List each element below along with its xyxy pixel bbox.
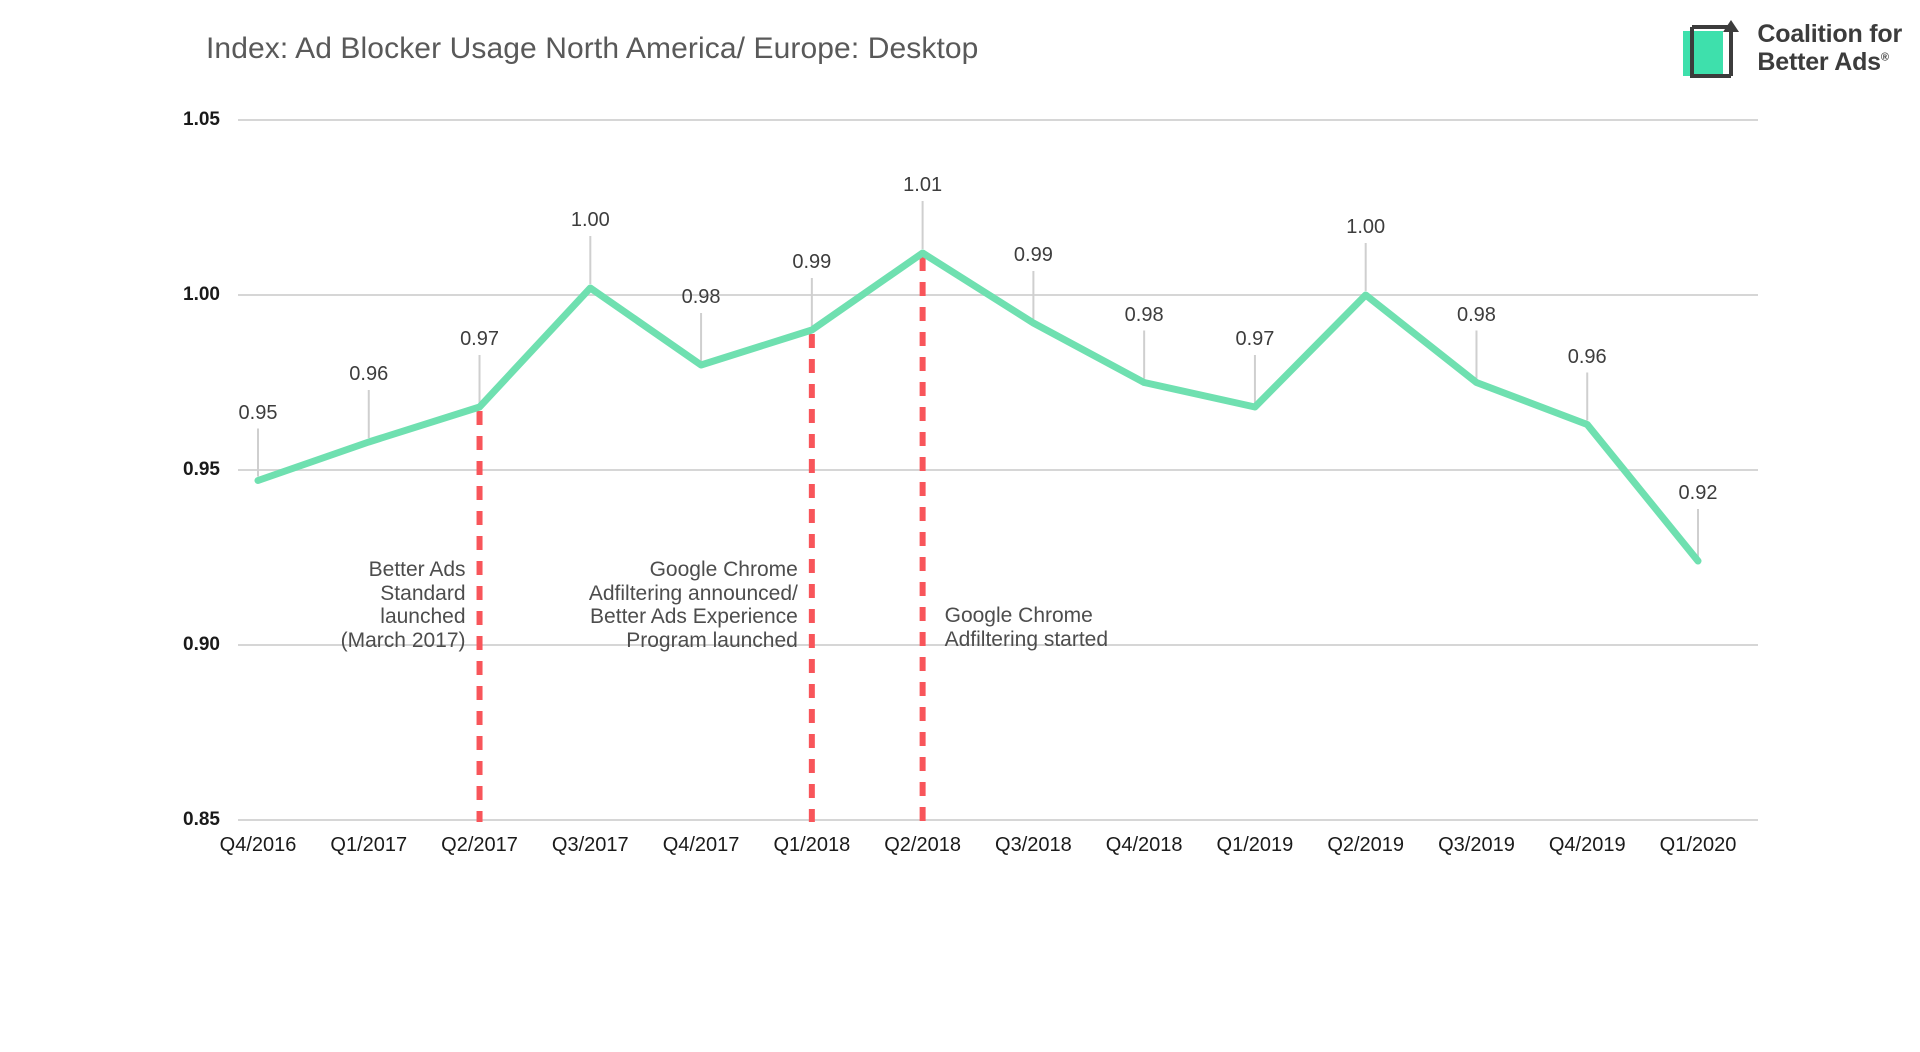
logo-wordmark: Coalition for Better Ads® (1757, 20, 1902, 77)
data-point-label: 0.96 (1568, 346, 1607, 369)
y-axis-tick-label: 0.95 (140, 459, 220, 481)
x-axis-tick-label: Q1/2018 (773, 834, 850, 857)
event-annotation-better-ads-standard-launched: Better Ads Standard launched (March 2017… (341, 558, 466, 652)
x-axis-tick-label: Q3/2018 (995, 834, 1072, 857)
x-axis-tick-label: Q2/2017 (441, 834, 518, 857)
data-point-label: 0.95 (239, 402, 278, 425)
data-point-label: 0.99 (1014, 244, 1053, 267)
x-axis-tick-label: Q2/2018 (884, 834, 961, 857)
data-point-label: 0.98 (1125, 304, 1164, 327)
x-axis-tick-label: Q4/2018 (1106, 834, 1183, 857)
chart-svg (238, 120, 1758, 1000)
y-axis-tick-label: 0.90 (140, 634, 220, 656)
logo-line-2: Better Ads (1757, 48, 1881, 76)
brand-logo: Coalition for Better Ads® (1682, 18, 1902, 78)
data-point-label: 0.98 (682, 286, 721, 309)
x-axis-tick-label: Q1/2017 (330, 834, 407, 857)
x-axis-tick-label: Q4/2019 (1549, 834, 1626, 857)
x-axis-tick-label: Q3/2017 (552, 834, 629, 857)
event-annotation-google-chrome-adfiltering-announced: Google Chrome Adfiltering announced/ Bet… (589, 558, 798, 652)
gridlines (238, 120, 1758, 820)
registered-trademark-icon: ® (1881, 52, 1889, 64)
line-chart-plot-area: 1.051.000.950.900.85 Q4/2016Q1/2017Q2/20… (238, 120, 1758, 1000)
data-point-label: 0.97 (1235, 328, 1274, 351)
logo-line-1: Coalition for (1757, 20, 1902, 49)
data-point-label: 1.00 (571, 209, 610, 232)
x-axis-tick-label: Q4/2017 (663, 834, 740, 857)
chart-page: Index: Ad Blocker Usage North America/ E… (0, 0, 1920, 1052)
x-axis-tick-label: Q3/2019 (1438, 834, 1515, 857)
x-axis-tick-label: Q1/2019 (1217, 834, 1294, 857)
data-point-label: 0.97 (460, 328, 499, 351)
data-point-label: 1.00 (1346, 216, 1385, 239)
x-axis-tick-label: Q2/2019 (1327, 834, 1404, 857)
data-point-label: 1.01 (903, 174, 942, 197)
page-title: Index: Ad Blocker Usage North America/ E… (206, 32, 978, 66)
data-point-label: 0.96 (349, 363, 388, 386)
data-series-line (258, 253, 1698, 561)
y-axis-tick-label: 1.00 (140, 284, 220, 306)
data-point-label: 0.99 (792, 251, 831, 274)
x-axis-tick-label: Q1/2020 (1660, 834, 1737, 857)
label-leader-lines (258, 201, 1698, 557)
data-point-label: 0.92 (1679, 482, 1718, 505)
x-axis-tick-label: Q4/2016 (220, 834, 297, 857)
data-point-label: 0.98 (1457, 304, 1496, 327)
coalition-for-better-ads-logo-icon (1682, 18, 1744, 78)
event-annotation-google-chrome-adfiltering-started: Google Chrome Adfiltering started (945, 604, 1108, 651)
y-axis-tick-label: 1.05 (140, 109, 220, 131)
logo-line-2-wrapper: Better Ads® (1757, 48, 1902, 77)
y-axis-tick-label: 0.85 (140, 809, 220, 831)
